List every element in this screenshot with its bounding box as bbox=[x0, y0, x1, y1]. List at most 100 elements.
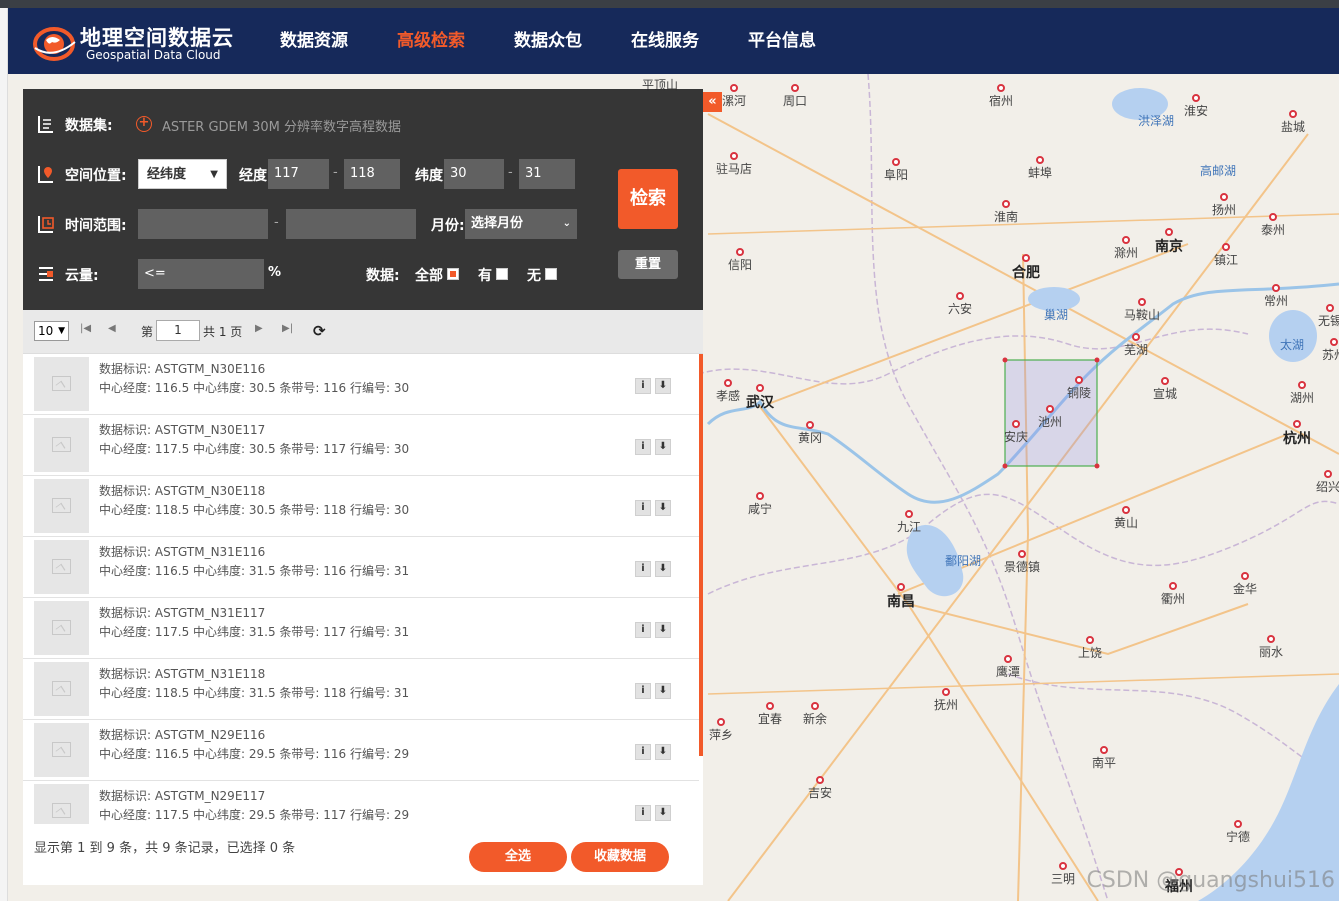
last-page-icon[interactable]: ▶| bbox=[282, 323, 293, 334]
favorite-data-button[interactable]: 收藏数据 bbox=[571, 842, 669, 872]
data-option-yes-checkbox[interactable] bbox=[496, 268, 508, 280]
nav-data-crowdsourcing[interactable]: 数据众包 bbox=[514, 8, 582, 74]
info-icon[interactable]: i bbox=[635, 744, 651, 760]
city-label: 武汉 bbox=[746, 395, 774, 411]
result-item[interactable]: 数据标识: ASTGTM_N30E117 中心经度: 117.5 中心纬度: 30… bbox=[23, 415, 699, 476]
city-label: 六安 bbox=[947, 302, 973, 316]
city-marker-icon bbox=[1289, 110, 1297, 118]
image-placeholder-icon bbox=[52, 681, 71, 696]
info-icon[interactable]: i bbox=[635, 439, 651, 455]
refresh-icon[interactable]: ⟳ bbox=[313, 322, 326, 340]
result-item[interactable]: 数据标识: ASTGTM_N31E117 中心经度: 117.5 中心纬度: 31… bbox=[23, 598, 699, 659]
result-thumbnail[interactable] bbox=[34, 662, 89, 716]
result-id-line: 数据标识: ASTGTM_N31E118 bbox=[99, 667, 266, 681]
lat-min-input[interactable]: 30 bbox=[444, 159, 504, 189]
result-thumbnail[interactable] bbox=[34, 418, 89, 472]
city-label: 洪泽湖 bbox=[1137, 114, 1175, 128]
image-placeholder-icon bbox=[52, 742, 71, 757]
cloud-input[interactable]: <= bbox=[138, 259, 264, 289]
city-label: 宣城 bbox=[1152, 387, 1178, 401]
location-mode-select[interactable]: 经纬度 ▼ bbox=[138, 159, 227, 189]
site-logo[interactable]: 地理空间数据云 Geospatial Data Cloud bbox=[32, 22, 242, 62]
data-option-all-checkbox[interactable] bbox=[447, 268, 459, 280]
download-icon[interactable]: ⬇ bbox=[655, 500, 671, 516]
city-label: 黄冈 bbox=[797, 431, 823, 445]
city-label: 苏州 bbox=[1321, 348, 1339, 362]
data-option-all-label[interactable]: 全部 bbox=[415, 265, 443, 285]
site-header: 地理空间数据云 Geospatial Data Cloud 数据资源 高级检索 … bbox=[8, 8, 1339, 74]
city-marker-icon bbox=[1075, 376, 1083, 384]
dataset-name[interactable]: ASTER GDEM 30M 分辨率数字高程数据 bbox=[162, 116, 401, 135]
month-select[interactable]: 选择月份 ⌄ bbox=[465, 209, 577, 239]
city-marker-icon bbox=[791, 84, 799, 92]
prev-page-icon[interactable]: ◀ bbox=[108, 323, 116, 334]
result-summary: 显示第 1 到 9 条，共 9 条记录，已选择 0 条 bbox=[34, 841, 296, 856]
nav-platform-info[interactable]: 平台信息 bbox=[748, 8, 816, 74]
download-icon[interactable]: ⬇ bbox=[655, 683, 671, 699]
result-item[interactable]: 数据标识: ASTGTM_N30E116 中心经度: 116.5 中心纬度: 30… bbox=[23, 354, 699, 415]
city-label: 新余 bbox=[802, 712, 828, 726]
result-thumbnail[interactable] bbox=[34, 540, 89, 594]
result-item[interactable]: 数据标识: ASTGTM_N29E117 中心经度: 117.5 中心纬度: 29… bbox=[23, 781, 699, 824]
download-icon[interactable]: ⬇ bbox=[655, 744, 671, 760]
result-item[interactable]: 数据标识: ASTGTM_N30E118 中心经度: 118.5 中心纬度: 30… bbox=[23, 476, 699, 537]
lat-max-input[interactable]: 31 bbox=[519, 159, 575, 189]
download-icon[interactable]: ⬇ bbox=[655, 561, 671, 577]
cloud-unit: % bbox=[268, 265, 282, 280]
end-date-input[interactable] bbox=[286, 209, 416, 239]
city-label: 阜阳 bbox=[883, 168, 909, 182]
time-label: 时间范围: bbox=[65, 218, 127, 234]
info-icon[interactable]: i bbox=[635, 683, 651, 699]
data-option-no-label[interactable]: 无 bbox=[527, 265, 541, 285]
city-label: 盐城 bbox=[1280, 120, 1306, 134]
info-icon[interactable]: i bbox=[635, 622, 651, 638]
lon-max-input[interactable]: 118 bbox=[344, 159, 400, 189]
city-marker-icon bbox=[1122, 506, 1130, 514]
city-marker-icon bbox=[1002, 200, 1010, 208]
start-date-input[interactable] bbox=[138, 209, 268, 239]
page-size-select[interactable]: 10 ▼ bbox=[34, 321, 69, 341]
result-item[interactable]: 数据标识: ASTGTM_N31E116 中心经度: 116.5 中心纬度: 31… bbox=[23, 537, 699, 598]
info-icon[interactable]: i bbox=[635, 561, 651, 577]
collapse-panel-button[interactable]: « bbox=[703, 92, 722, 112]
info-icon[interactable]: i bbox=[635, 500, 651, 516]
reset-button[interactable]: 重置 bbox=[618, 250, 678, 279]
search-button[interactable]: 检索 bbox=[618, 169, 678, 229]
data-option-no-checkbox[interactable] bbox=[545, 268, 557, 280]
city-label: 九江 bbox=[896, 520, 922, 534]
chevron-down-icon: ⌄ bbox=[562, 218, 571, 229]
lon-min-input[interactable]: 117 bbox=[268, 159, 329, 189]
result-thumbnail[interactable] bbox=[34, 784, 89, 824]
nav-advanced-search[interactable]: 高级检索 bbox=[397, 8, 465, 74]
download-icon[interactable]: ⬇ bbox=[655, 378, 671, 394]
city-label: 驻马店 bbox=[715, 162, 753, 176]
result-item[interactable]: 数据标识: ASTGTM_N29E116 中心经度: 116.5 中心纬度: 29… bbox=[23, 720, 699, 781]
city-marker-icon bbox=[766, 702, 774, 710]
next-page-icon[interactable]: ▶ bbox=[255, 323, 263, 334]
result-item[interactable]: 数据标识: ASTGTM_N31E118 中心经度: 118.5 中心纬度: 31… bbox=[23, 659, 699, 720]
city-label: 绍兴 bbox=[1315, 480, 1339, 494]
result-list-scrollbar[interactable] bbox=[699, 354, 703, 756]
city-marker-icon bbox=[905, 510, 913, 518]
result-thumbnail[interactable] bbox=[34, 601, 89, 655]
result-thumbnail[interactable] bbox=[34, 357, 89, 411]
download-icon[interactable]: ⬇ bbox=[655, 805, 671, 821]
data-option-yes-label[interactable]: 有 bbox=[478, 265, 492, 285]
info-icon[interactable]: i bbox=[635, 805, 651, 821]
download-icon[interactable]: ⬇ bbox=[655, 439, 671, 455]
result-id-line: 数据标识: ASTGTM_N31E117 bbox=[99, 606, 266, 620]
nav-online-services[interactable]: 在线服务 bbox=[631, 8, 699, 74]
nav-data-resources[interactable]: 数据资源 bbox=[280, 8, 348, 74]
result-thumbnail[interactable] bbox=[34, 479, 89, 533]
page-number-input[interactable]: 1 bbox=[156, 320, 200, 341]
result-thumbnail[interactable] bbox=[34, 723, 89, 777]
add-dataset-icon[interactable]: + bbox=[136, 116, 152, 132]
download-icon[interactable]: ⬇ bbox=[655, 622, 671, 638]
select-all-button[interactable]: 全选 bbox=[469, 842, 567, 872]
city-label: 南京 bbox=[1155, 239, 1183, 255]
info-icon[interactable]: i bbox=[635, 378, 651, 394]
city-label: 黄山 bbox=[1113, 516, 1139, 530]
dataset-label: 数据集: bbox=[65, 118, 113, 134]
first-page-icon[interactable]: |◀ bbox=[80, 323, 91, 334]
city-label: 南平 bbox=[1091, 756, 1117, 770]
